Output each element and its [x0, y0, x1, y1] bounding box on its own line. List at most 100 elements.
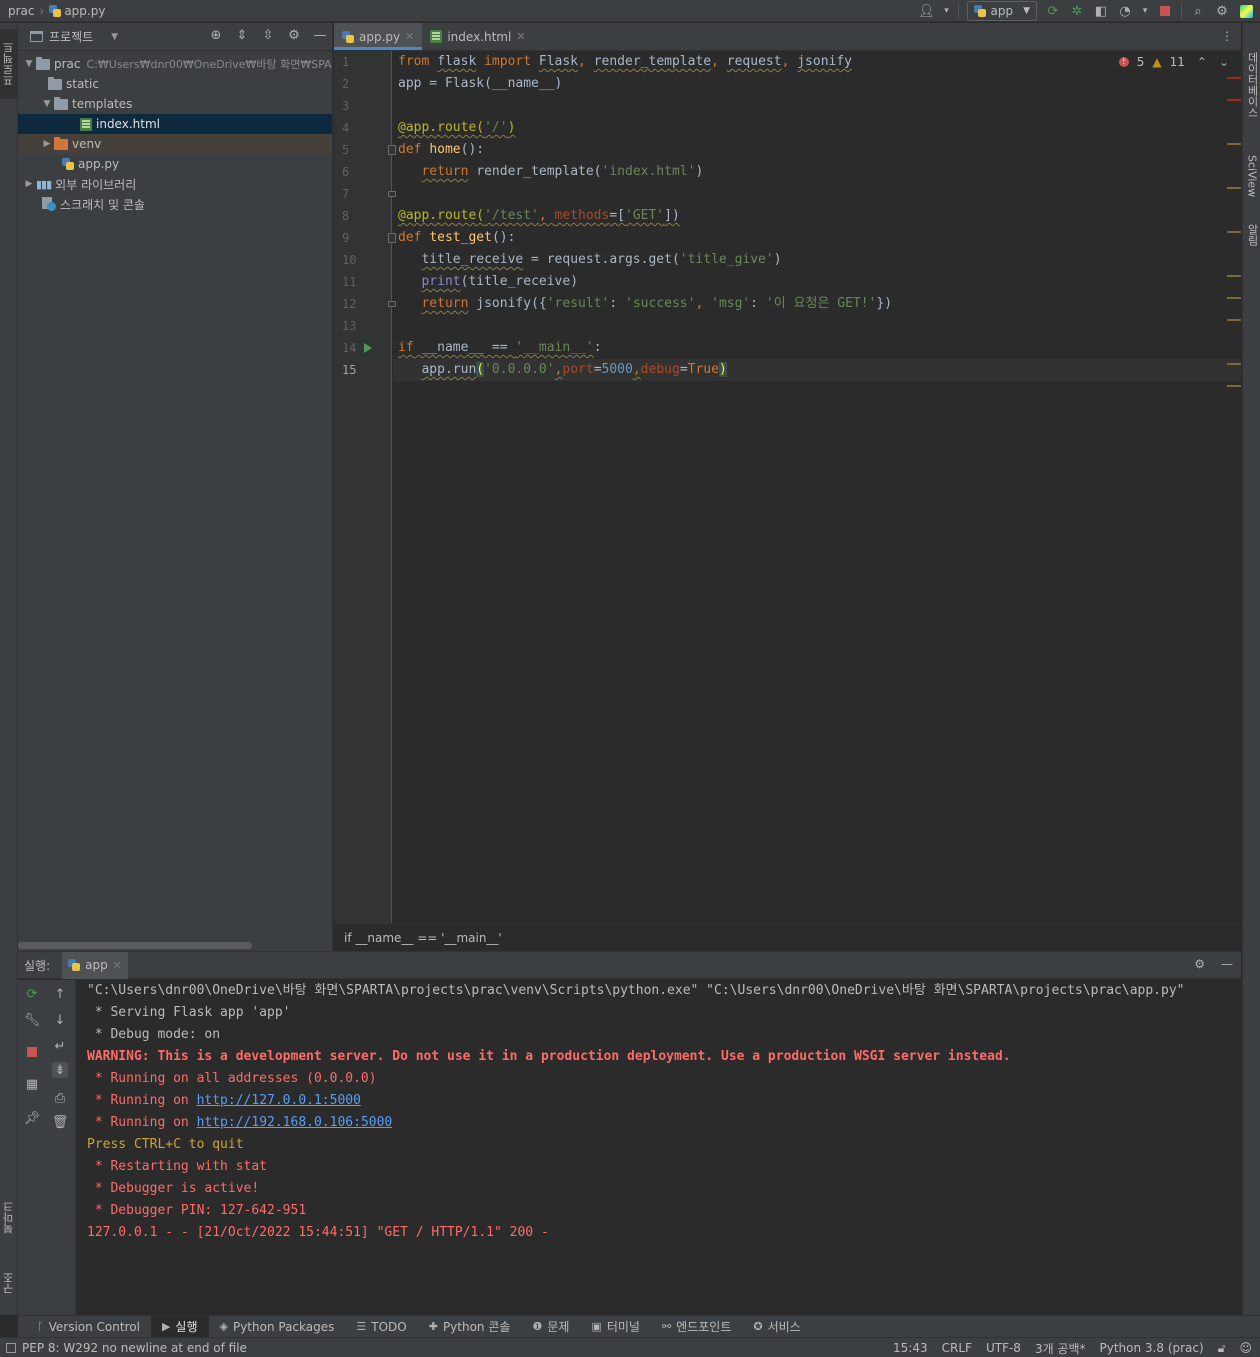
jetbrains-logo-icon[interactable]: [1238, 3, 1254, 19]
chevron-up-icon[interactable]: ⌃: [1197, 55, 1207, 69]
structure-tool-tab[interactable]: 구조: [0, 1263, 18, 1303]
search-icon[interactable]: ⌕: [1190, 3, 1206, 19]
tool-problems[interactable]: ❶ 문제: [521, 1316, 580, 1338]
warning-marker[interactable]: [1227, 275, 1241, 277]
hide-icon[interactable]: —: [1221, 957, 1233, 971]
bookmarks-tool-tab[interactable]: 북마크: [0, 1193, 18, 1243]
warning-marker[interactable]: [1227, 363, 1241, 365]
horizontal-scrollbar[interactable]: [18, 942, 252, 949]
warning-marker[interactable]: [1227, 319, 1241, 321]
rerun-icon[interactable]: ⟳: [24, 986, 40, 1002]
profile-icon[interactable]: ◔: [1117, 3, 1133, 19]
tool-terminal[interactable]: ▣ 터미널: [580, 1316, 651, 1338]
rerun-icon[interactable]: ⟳: [1045, 3, 1061, 19]
tree-item-templates[interactable]: ▼ templates: [18, 94, 332, 114]
python-interpreter[interactable]: Python 3.8 (prac): [1100, 1341, 1204, 1355]
gear-icon[interactable]: ⚙: [1194, 957, 1205, 971]
tool-services[interactable]: ✪ 서비스: [742, 1316, 811, 1338]
chevron-right-icon[interactable]: ▶: [40, 139, 54, 149]
scroll-to-end-icon[interactable]: ⇟: [52, 1062, 68, 1078]
project-panel-title[interactable]: 프로젝트: [49, 28, 93, 45]
status-message[interactable]: PEP 8: W292 no newline at end of file: [22, 1341, 247, 1355]
tree-item-prac[interactable]: ▼ prac C:₩Users₩dnr00₩OneDrive₩바탕 화면₩SPA: [18, 54, 332, 74]
tool-endpoints[interactable]: ⚯ 엔드포인트: [651, 1316, 742, 1338]
hide-icon[interactable]: —: [312, 27, 328, 43]
stop-icon[interactable]: [1157, 3, 1173, 19]
chevron-down-icon[interactable]: ▾: [1141, 3, 1149, 19]
user-icon[interactable]: 👤︎: [918, 3, 935, 19]
console-link[interactable]: http://127.0.0.1:5000: [197, 1093, 361, 1108]
notifications-tool-tab-label: 알림: [1246, 224, 1259, 246]
warning-marker[interactable]: [1227, 187, 1241, 189]
tab-index-html[interactable]: index.html ✕: [422, 23, 533, 50]
tab-label: index.html: [447, 29, 512, 44]
editor-breadcrumb[interactable]: if __name__ == '__main__': [334, 923, 1241, 951]
chevron-down-icon[interactable]: ▾: [942, 3, 950, 19]
arrow-up-icon[interactable]: ↑: [52, 986, 68, 1002]
warning-marker[interactable]: [1227, 231, 1241, 233]
more-vertical-icon[interactable]: ⋮: [1221, 29, 1233, 43]
warning-marker[interactable]: [1227, 143, 1241, 145]
caret-position[interactable]: 15:43: [893, 1341, 928, 1355]
trash-icon[interactable]: 🗑︎: [52, 1114, 69, 1130]
chevron-down-icon[interactable]: ⌄: [1219, 55, 1229, 69]
chevron-right-icon[interactable]: ▶: [22, 179, 36, 189]
chevron-down-icon[interactable]: ▼: [111, 32, 118, 42]
close-icon[interactable]: ✕: [405, 30, 414, 43]
arrow-down-icon[interactable]: ↓: [52, 1012, 68, 1028]
tree-item-index-html[interactable]: index.html: [18, 114, 332, 134]
coverage-icon[interactable]: ◧: [1093, 3, 1109, 19]
print-icon[interactable]: ⎙: [52, 1090, 68, 1106]
database-tool-tab[interactable]: 데이터베이스: [1243, 35, 1260, 135]
tab-app-py[interactable]: app.py ✕: [334, 23, 423, 50]
error-marker[interactable]: [1227, 77, 1241, 79]
sciview-tool-tab[interactable]: SciView: [1243, 141, 1260, 211]
layout-icon[interactable]: ▦: [24, 1076, 40, 1092]
line-separator[interactable]: CRLF: [942, 1341, 972, 1355]
warning-marker[interactable]: [1227, 385, 1241, 387]
gear-icon[interactable]: ⚙: [1214, 3, 1230, 19]
run-gutter-icon[interactable]: [364, 343, 372, 353]
breadcrumb-file[interactable]: app.py: [64, 4, 105, 18]
close-icon[interactable]: ✕: [516, 30, 525, 43]
lock-icon[interactable]: 🔓︎: [1218, 1341, 1226, 1356]
indent-setting[interactable]: 3개 공백*: [1035, 1340, 1086, 1357]
console-output[interactable]: "C:\Users\dnr00\OneDrive\바탕 화면\SPARTA\pr…: [77, 980, 1241, 1316]
tool-version-control[interactable]: ᚴ Version Control: [26, 1316, 151, 1338]
chevron-down-icon[interactable]: ▼: [40, 99, 54, 109]
code-area[interactable]: from flask import Flask, render_template…: [393, 51, 1241, 923]
tree-item-external-libraries[interactable]: ▶ ▮▮▮ 외부 라이브러리: [18, 174, 332, 194]
console-link[interactable]: http://192.168.0.106:5000: [197, 1115, 393, 1130]
collapse-all-icon[interactable]: ⇳: [260, 27, 276, 43]
file-encoding[interactable]: UTF-8: [986, 1341, 1021, 1355]
inspector-icon[interactable]: ☺: [1239, 1341, 1252, 1355]
pin-icon[interactable]: 📌︎: [24, 1110, 41, 1126]
tool-python-console[interactable]: ✚ Python 콘솔: [418, 1316, 522, 1338]
soft-wrap-icon[interactable]: ↵: [52, 1038, 68, 1054]
tool-python-packages[interactable]: ◈ Python Packages: [209, 1316, 346, 1338]
gear-icon[interactable]: ⚙: [286, 27, 302, 43]
chevron-down-icon[interactable]: ▼: [22, 59, 36, 69]
tree-item-venv[interactable]: ▶ venv: [18, 134, 332, 154]
wrench-icon[interactable]: 🔧︎: [24, 1012, 41, 1028]
warning-marker[interactable]: [1227, 297, 1241, 299]
inspection-widget[interactable]: ! 5 ▲ 11 ⌃ ⌄: [1118, 55, 1229, 69]
breadcrumb-project[interactable]: prac: [8, 4, 35, 18]
tree-item-scratches[interactable]: 스크래치 및 콘솔: [18, 194, 332, 214]
tool-todo[interactable]: ☰ TODO: [345, 1316, 417, 1338]
run-tab-app[interactable]: app ✕: [62, 951, 128, 979]
tree-item-static[interactable]: static: [18, 74, 332, 94]
tree-item-app-py[interactable]: app.py: [18, 154, 332, 174]
stop-icon[interactable]: [24, 1044, 40, 1060]
run-config-selector[interactable]: app ▼: [967, 1, 1037, 21]
identifier: app.run: [421, 362, 477, 377]
expand-all-icon[interactable]: ⇕: [234, 27, 250, 43]
close-icon[interactable]: ✕: [113, 959, 122, 972]
debug-icon[interactable]: ✲: [1069, 3, 1085, 19]
error-marker[interactable]: [1227, 99, 1241, 101]
locate-icon[interactable]: ⊕: [208, 27, 224, 43]
tool-windows-toggle-icon[interactable]: [6, 1342, 16, 1353]
project-tool-tab[interactable]: 프로젝트: [0, 29, 18, 99]
tool-run[interactable]: ▶ 실행: [150, 1315, 209, 1338]
notifications-tool-tab[interactable]: 알림: [1243, 215, 1260, 255]
